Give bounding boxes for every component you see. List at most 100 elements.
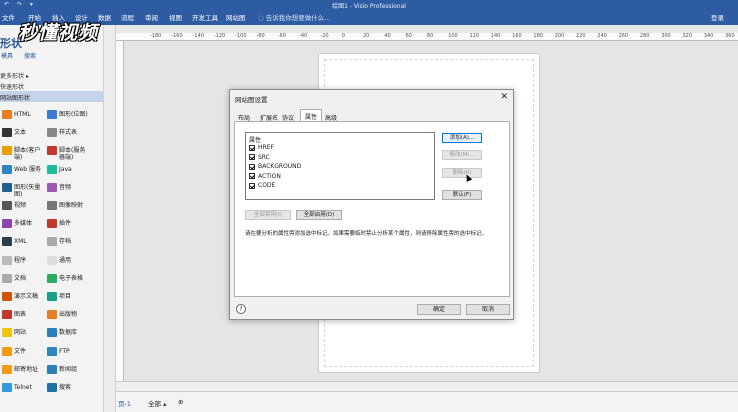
stencil-shape[interactable]: 多媒体	[14, 220, 44, 227]
tab-search[interactable]: 搜索	[24, 51, 36, 60]
tab-review[interactable]: 审阅	[145, 12, 158, 22]
checkbox-checked[interactable]	[249, 144, 255, 151]
stencil-shape[interactable]: 图形(位图)	[59, 111, 89, 118]
stencil-shape[interactable]: XML	[14, 238, 44, 245]
stencil-shape[interactable]: FTP	[59, 348, 89, 355]
checkbox-checked[interactable]	[249, 163, 255, 170]
checkbox-checked[interactable]	[249, 154, 255, 160]
stencil-shape[interactable]: 存档	[59, 238, 89, 245]
tab-stencils[interactable]: 模具	[1, 51, 13, 60]
stencil-shape-icon	[47, 110, 57, 119]
add-button[interactable]: 添加(A)...	[442, 133, 482, 143]
ruler-tick-label: 300	[661, 33, 671, 39]
stencil-shape[interactable]: 数据库	[59, 329, 89, 336]
stencil-shape[interactable]: 通用	[59, 257, 89, 264]
tell-me-search[interactable]: ◌ 告诉我你想要做什么...	[258, 12, 330, 22]
stencil-shape-icon	[2, 128, 12, 138]
close-icon[interactable]: ✕	[500, 92, 508, 102]
list-item[interactable]: SRC	[249, 154, 270, 161]
stencil-shape[interactable]: 网站	[14, 329, 44, 336]
stencil-shape[interactable]: 图像映射	[59, 202, 89, 209]
stencil-shape[interactable]: 文本	[14, 129, 44, 136]
stencil-shape-icon	[47, 164, 57, 174]
stencil-shape[interactable]: 电子表格	[59, 275, 89, 282]
default-button[interactable]: 默认(F)	[442, 190, 482, 200]
stencil-shape[interactable]: 文件	[14, 348, 44, 355]
ruler-tick-label: 120	[469, 33, 480, 39]
delete-button[interactable]: 删除(R)	[442, 168, 482, 178]
list-item[interactable]: CODE	[249, 182, 275, 189]
tab-view[interactable]: 视图	[169, 12, 182, 22]
stencil-shape[interactable]: 图形(矢量图)	[14, 184, 44, 198]
tab-developer[interactable]: 开发工具	[192, 12, 218, 22]
stencil-shape-icon	[2, 255, 12, 265]
ruler-tick-label: 340	[703, 33, 714, 39]
ruler-tick-label: 100	[448, 33, 458, 39]
watermark: 秒懂视频	[18, 22, 99, 44]
stencil-shape-icon	[2, 292, 12, 301]
stencil-shape-icon	[2, 182, 12, 192]
stencil-shape[interactable]: Web 服务	[14, 166, 44, 173]
stencil-shape-icon	[47, 182, 57, 192]
stencil-shape[interactable]: 插件	[59, 220, 89, 227]
cancel-button[interactable]: 取消	[466, 304, 510, 315]
list-item[interactable]: HREF	[249, 144, 274, 151]
tab-sitemap[interactable]: 网站图	[226, 12, 246, 22]
stencil-shape[interactable]: 程序	[14, 257, 44, 264]
stencil-shape[interactable]: 音频	[59, 184, 89, 191]
stencil-shape-icon	[47, 201, 57, 210]
page-tab-1[interactable]: 页-1	[118, 398, 131, 408]
stencil-shape[interactable]: 视频	[14, 202, 44, 209]
enable-all-button[interactable]: 全部启用(D)	[296, 210, 342, 220]
stencil-shape-icon	[47, 292, 57, 301]
tab-data[interactable]: 数据	[98, 12, 111, 22]
title-bar: ↶ ↷ ▾ 绘图1 - Visio Professional	[0, 0, 738, 10]
ruler-tick-label: 220	[576, 33, 586, 39]
ok-button[interactable]: 确定	[417, 304, 461, 315]
login-link[interactable]: 登录	[711, 12, 724, 22]
stencil-shape[interactable]: 演示文稿	[14, 293, 44, 300]
stencil-shape[interactable]: HTML	[14, 111, 44, 118]
all-pages-button[interactable]: 全部 ▴	[148, 398, 166, 408]
checkbox-checked[interactable]	[249, 182, 255, 189]
help-icon[interactable]: ?	[236, 304, 246, 314]
more-shapes[interactable]: 更多形状 ▸	[0, 71, 29, 80]
stencil-shape-icon	[47, 310, 57, 320]
list-item[interactable]: BACKGROUND	[249, 163, 301, 170]
stencil-shape[interactable]: 脚本(客户端)	[14, 147, 44, 161]
ruler-tick-label: -80	[256, 33, 265, 39]
stencil-shape-icon	[2, 110, 12, 119]
dialog-title: 网站图设置	[235, 96, 268, 104]
stencil-shape[interactable]: 新闻组	[59, 366, 89, 373]
ruler-tick-label: 140	[490, 33, 501, 39]
stencil-shape[interactable]: 样式表	[59, 129, 89, 136]
disable-all-button[interactable]: 全部禁用(I)	[245, 210, 291, 220]
tab-process[interactable]: 流程	[121, 12, 134, 22]
stencil-shape-icon	[47, 146, 57, 156]
stencil-shape-icon	[2, 346, 12, 356]
stencil-shape[interactable]: Telnet	[14, 384, 44, 391]
stencil-shape-icon	[2, 310, 12, 320]
stencil-shape[interactable]: 文档	[14, 275, 44, 282]
stencil-shape[interactable]: 搜索	[59, 384, 89, 391]
horizontal-scrollbar[interactable]	[116, 381, 738, 391]
panel-scrollbar[interactable]	[104, 25, 116, 412]
ruler-tick-label: 60	[405, 33, 412, 39]
stencil-shape[interactable]: Java	[59, 166, 89, 173]
stencil-sitemap-shapes[interactable]: 网站图形状	[0, 91, 103, 102]
stencil-shape[interactable]: 项目	[59, 293, 89, 300]
ruler-tick-label: -160	[171, 33, 183, 39]
attributes-list[interactable]: 属性 HREF SRC BACKGROUND ACTION CODE	[245, 132, 435, 200]
stencil-shape[interactable]: 出版物	[59, 311, 89, 318]
tab-file[interactable]: 文件	[2, 12, 15, 22]
stencil-shape[interactable]: 图表	[14, 311, 44, 318]
ruler-tick-label: -120	[213, 33, 226, 39]
stencil-shape[interactable]: 脚本(服务器端)	[59, 147, 89, 161]
stencil-shape[interactable]: 邮寄地址	[14, 366, 44, 373]
add-page-icon[interactable]: ⊕	[178, 398, 183, 406]
quick-shapes[interactable]: 快速形状	[0, 82, 24, 91]
list-item[interactable]: ACTION	[249, 173, 281, 180]
modify-button[interactable]: 修改(M)...	[442, 150, 482, 160]
ruler-tick-label: 40	[384, 33, 391, 39]
checkbox-checked[interactable]	[249, 173, 255, 179]
